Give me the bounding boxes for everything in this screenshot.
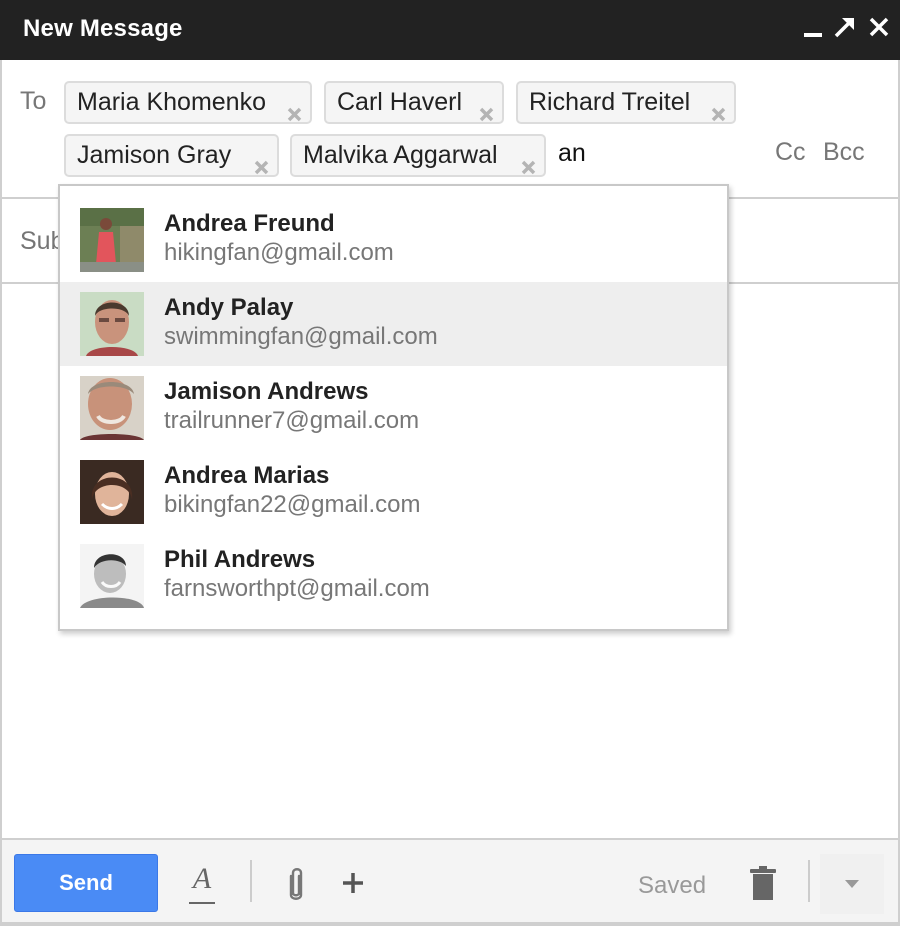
suggestion-email: trailrunner7@gmail.com [164, 407, 420, 434]
toolbar-divider [250, 860, 252, 902]
save-status: Saved [638, 872, 707, 899]
pop-out-icon [834, 18, 854, 38]
trash-icon [750, 866, 776, 900]
suggestion-name: Jamison Andrews [164, 378, 369, 405]
compose-title: New Message [23, 15, 183, 42]
compose-titlebar[interactable]: New Message [0, 0, 900, 60]
formatting-underline [189, 902, 215, 904]
remove-icon [287, 107, 302, 122]
contact-photo-icon [80, 208, 144, 272]
remove-recipient-button[interactable] [711, 95, 726, 122]
recipient-chip[interactable]: Richard Treitel [516, 81, 736, 124]
recipient-name: Richard Treitel [529, 88, 691, 116]
remove-icon [521, 160, 536, 175]
suggestion-item[interactable]: Jamison Andrews trailrunner7@gmail.com [60, 366, 727, 450]
suggestion-email: bikingfan22@gmail.com [164, 491, 421, 518]
suggestion-item[interactable]: Andrea Freund hikingfan@gmail.com [60, 186, 727, 272]
more-options-chevron-icon [845, 880, 859, 888]
insert-more-button[interactable] [340, 870, 366, 896]
contact-photo-icon [80, 460, 144, 524]
pop-out-button[interactable] [832, 14, 858, 40]
recipient-name: Jamison Gray [77, 141, 232, 169]
avatar [80, 208, 144, 272]
contact-photo-icon [80, 292, 144, 356]
recipient-name: Carl Haverl [337, 88, 463, 116]
suggestion-item[interactable]: Andrea Marias bikingfan22@gmail.com [60, 450, 727, 534]
remove-recipient-button[interactable] [479, 95, 494, 122]
suggestion-email: farnsworthpt@gmail.com [164, 575, 430, 602]
compose-toolbar: Send A Saved [2, 838, 898, 922]
recipient-name: Maria Khomenko [77, 88, 266, 116]
avatar [80, 376, 144, 440]
insert-more-icon [343, 873, 363, 893]
recipient-name: Malvika Aggarwal [303, 141, 498, 169]
remove-icon [711, 107, 726, 122]
discard-draft-button[interactable] [748, 864, 778, 902]
remove-icon [479, 107, 494, 122]
to-input[interactable]: an [558, 139, 586, 168]
more-options-button[interactable] [820, 854, 884, 914]
close-button[interactable] [866, 14, 892, 40]
suggestion-item-active[interactable]: Andy Palay swimmingfan@gmail.com [60, 282, 727, 366]
avatar [80, 292, 144, 356]
suggestion-name: Andrea Freund [164, 210, 335, 237]
to-label: To [20, 87, 47, 115]
attach-icon [289, 868, 303, 900]
minimize-icon [804, 33, 822, 37]
suggestion-name: Phil Andrews [164, 546, 316, 573]
suggestion-email: swimmingfan@gmail.com [164, 323, 438, 350]
remove-recipient-button[interactable] [287, 95, 302, 122]
remove-icon [254, 160, 269, 175]
formatting-options-button[interactable]: A [185, 862, 219, 906]
suggestion-item[interactable]: Phil Andrews farnsworthpt@gmail.com [60, 534, 727, 618]
send-button[interactable]: Send [14, 854, 158, 912]
avatar [80, 460, 144, 524]
bcc-link[interactable]: Bcc [823, 138, 865, 167]
avatar [80, 544, 144, 608]
suggestion-email: hikingfan@gmail.com [164, 239, 394, 266]
formatting-icon: A [192, 862, 212, 895]
recipient-chip[interactable]: Malvika Aggarwal [290, 134, 546, 177]
recipient-chip[interactable]: Carl Haverl [324, 81, 504, 124]
attach-files-button[interactable] [282, 866, 310, 904]
suggestion-name: Andy Palay [164, 294, 294, 321]
minimize-button[interactable] [801, 14, 827, 40]
cc-link[interactable]: Cc [775, 138, 806, 167]
remove-recipient-button[interactable] [521, 148, 536, 175]
contact-photo-icon [80, 376, 144, 440]
toolbar-divider [808, 860, 810, 902]
close-icon [869, 17, 889, 37]
recipient-chip[interactable]: Maria Khomenko [64, 81, 312, 124]
to-field[interactable]: To Maria Khomenko Carl Haverl Richard Tr… [2, 60, 898, 199]
autocomplete-dropdown: Andrea Freund hikingfan@gmail.com Andy P… [58, 184, 729, 631]
recipient-chip[interactable]: Jamison Gray [64, 134, 279, 177]
remove-recipient-button[interactable] [254, 148, 269, 175]
contact-photo-icon [80, 544, 144, 608]
suggestion-name: Andrea Marias [164, 462, 330, 489]
